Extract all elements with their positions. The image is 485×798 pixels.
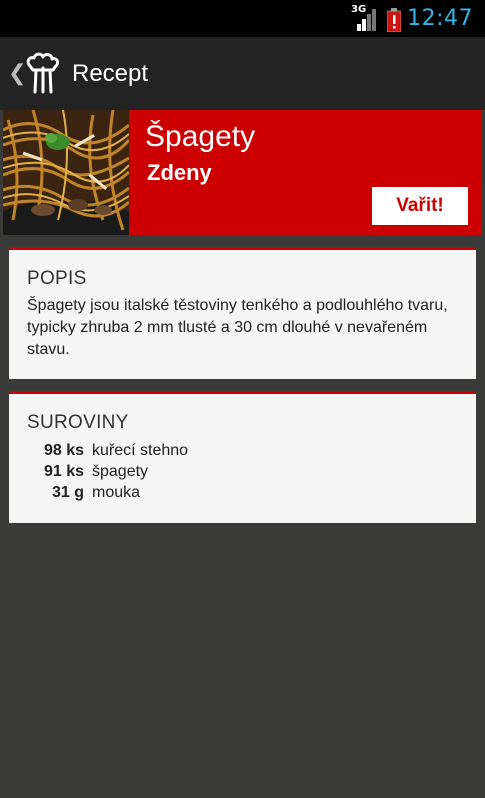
recipe-header: Špagety Zdeny Vařit! — [3, 110, 482, 235]
cook-button[interactable]: Vařit! — [372, 187, 468, 225]
ingredient-row: 98 ks kuřecí stehno — [27, 440, 458, 461]
chef-hat-icon[interactable] — [24, 52, 62, 96]
ingredient-quantity: 98 ks — [43, 441, 84, 459]
ingredient-row: 31 g mouka — [27, 482, 458, 503]
recipe-name: Špagety — [145, 120, 256, 153]
recipe-photo — [3, 110, 129, 235]
page-title: Recept — [72, 59, 149, 87]
description-text: Špagety jsou italské těstoviny tenkého a… — [27, 297, 448, 358]
ingredients-list: 98 ks kuřecí stehno 91 ks špagety 31 g m… — [27, 440, 458, 503]
chevron-left-icon[interactable]: ❮ — [8, 61, 26, 86]
ingredient-name: špagety — [92, 462, 149, 480]
description-card: POPIS Špagety jsou italské těstoviny ten… — [9, 247, 476, 379]
ingredient-name: kuřecí stehno — [92, 441, 189, 459]
ingredients-title: SUROVINY — [27, 412, 129, 433]
description-title: POPIS — [27, 268, 87, 289]
signal-icon: 3G — [351, 3, 379, 32]
status-icons: 3G 12:47 — [351, 0, 473, 37]
recipe-author: Zdeny — [147, 160, 212, 185]
battery-alert-icon — [386, 7, 402, 32]
ingredient-quantity: 31 g — [51, 483, 84, 501]
ingredient-quantity: 91 ks — [43, 462, 84, 480]
ingredients-card: SUROVINY 98 ks kuřecí stehno 91 ks špage… — [9, 391, 476, 523]
ingredient-name: mouka — [92, 483, 141, 501]
status-clock: 12:47 — [407, 6, 473, 31]
ingredient-row: 91 ks špagety — [27, 461, 458, 482]
network-type-label: 3G — [351, 3, 367, 15]
status-bar: 3G 12:47 — [0, 0, 485, 37]
action-bar: ❮ Recept — [0, 37, 485, 110]
